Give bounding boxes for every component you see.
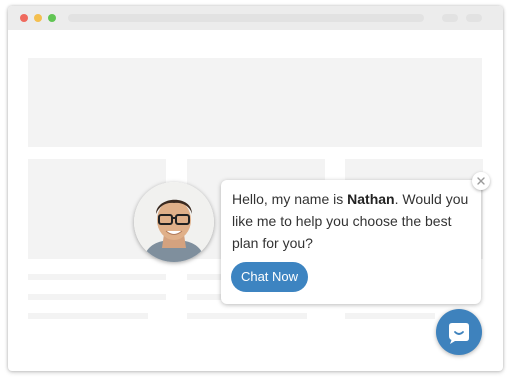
close-icon[interactable] [472,172,490,190]
agent-name: Nathan [347,191,395,207]
text-line-placeholder [345,313,435,319]
minimize-window-button[interactable] [34,14,42,22]
chat-now-button[interactable]: Chat Now [231,262,308,292]
text-line-placeholder [187,313,307,319]
close-window-button[interactable] [20,14,28,22]
greeting-prefix: Hello, my name is [232,191,348,207]
browser-titlebar [8,6,503,30]
chat-launcher-button[interactable] [436,309,482,355]
chat-bubble-icon [449,323,469,344]
text-line-placeholder [28,313,148,319]
chat-invitation-bubble: Hello, my name is Nathan. Would you like… [221,180,481,304]
text-line-placeholder [28,274,166,280]
toolbar-button[interactable] [466,14,482,22]
agent-avatar [134,182,214,262]
maximize-window-button[interactable] [48,14,56,22]
hero-placeholder [28,58,482,147]
address-bar[interactable] [68,14,424,22]
agent-photo [134,182,214,262]
text-line-placeholder [28,294,166,300]
toolbar-button[interactable] [442,14,458,22]
chat-invitation-message: Hello, my name is Nathan. Would you like… [232,188,470,254]
